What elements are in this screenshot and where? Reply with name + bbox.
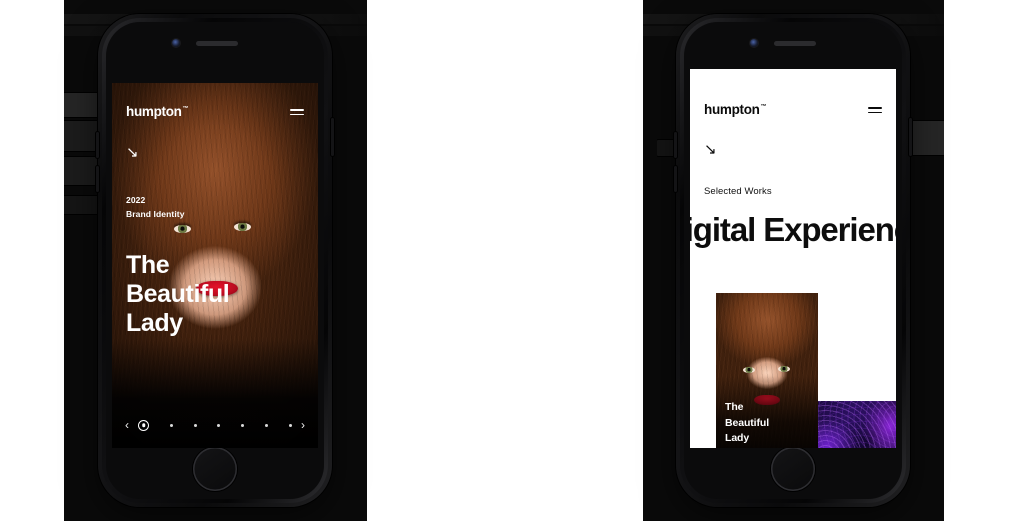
backdrop-chip	[657, 140, 675, 156]
hero-headline-line: Lady	[126, 309, 183, 337]
work-card-the-beautiful-lady[interactable]: The Beautiful Lady	[716, 293, 818, 448]
work-card-title-line: The	[725, 401, 744, 414]
works-headline: Digital Experience	[690, 211, 896, 248]
home-button[interactable]	[193, 447, 237, 491]
work-card-abstract-violet[interactable]	[808, 401, 896, 448]
power-button[interactable]	[909, 118, 912, 156]
power-button[interactable]	[331, 118, 334, 156]
hero-section: humpton ™ ↘ 2022 Brand Identity The Beau…	[112, 83, 318, 448]
front-camera-icon	[750, 39, 758, 47]
carousel-next-button[interactable]: ›	[301, 419, 305, 431]
hero-headline: The Beautiful Lady	[126, 251, 230, 338]
section-eyebrow: Selected Works	[704, 186, 772, 197]
phone-one-screen: humpton ™ ↘ 2022 Brand Identity The Beau…	[112, 83, 318, 448]
earpiece-speaker	[774, 41, 816, 46]
photo-detail-eye-left	[743, 367, 755, 373]
hero-headline-line: The	[126, 251, 170, 279]
carousel-dot[interactable]	[169, 423, 173, 427]
project-meta: 2022 Brand Identity	[126, 193, 185, 221]
volume-up-button[interactable]	[674, 132, 677, 158]
brand-trademark: ™	[760, 104, 767, 111]
work-card-title: The Beautiful Lady	[725, 400, 769, 446]
carousel-dot-active[interactable]	[138, 419, 149, 431]
carousel-dots	[129, 419, 301, 431]
carousel-dot[interactable]	[217, 423, 221, 427]
carousel-controls: ‹ ›	[112, 419, 318, 431]
hero-headline-line: Beautiful	[126, 280, 230, 308]
carousel-prev-button[interactable]: ‹	[125, 419, 129, 431]
brand-logo[interactable]: humpton ™	[126, 105, 189, 119]
carousel-dot[interactable]	[265, 423, 269, 427]
earpiece-speaker	[196, 41, 238, 46]
photo-detail-eye-right	[778, 366, 790, 372]
brand-trademark: ™	[182, 106, 189, 113]
works-section: humpton ™ ↘ Selected Works Digital Exper…	[690, 69, 896, 448]
home-button[interactable]	[771, 447, 815, 491]
abstract-violet-graphic	[808, 401, 896, 448]
volume-down-button[interactable]	[96, 166, 99, 192]
brand-logo[interactable]: humpton ™	[704, 103, 767, 117]
phone-two-screen: humpton ™ ↘ Selected Works Digital Exper…	[690, 69, 896, 448]
volume-up-button[interactable]	[96, 132, 99, 158]
hamburger-menu-icon[interactable]	[290, 108, 304, 116]
volume-down-button[interactable]	[674, 166, 677, 192]
project-category: Brand Identity	[126, 209, 185, 220]
scene: humpton ™ ↘ 2022 Brand Identity The Beau…	[0, 0, 1010, 521]
carousel-dot[interactable]	[241, 423, 245, 427]
iphone-mockup-works: humpton ™ ↘ Selected Works Digital Exper…	[674, 14, 912, 507]
phone-one-topbar: humpton ™	[112, 104, 318, 120]
scroll-down-arrow-icon[interactable]: ↘	[704, 142, 717, 157]
front-camera-icon	[172, 39, 180, 47]
brand-logo-text: humpton	[704, 102, 760, 118]
project-year: 2022	[126, 195, 146, 205]
iphone-mockup-home: humpton ™ ↘ 2022 Brand Identity The Beau…	[96, 14, 334, 507]
hamburger-menu-icon[interactable]	[868, 106, 882, 114]
carousel-dot[interactable]	[193, 423, 197, 427]
work-card-title-line: Lady	[725, 431, 750, 444]
carousel-dot[interactable]	[288, 423, 292, 427]
brand-logo-text: humpton	[126, 104, 182, 120]
scroll-down-arrow-icon[interactable]: ↘	[126, 145, 139, 160]
work-card-title-line: Beautiful	[725, 416, 770, 429]
phone-two-topbar: humpton ™	[690, 102, 896, 118]
